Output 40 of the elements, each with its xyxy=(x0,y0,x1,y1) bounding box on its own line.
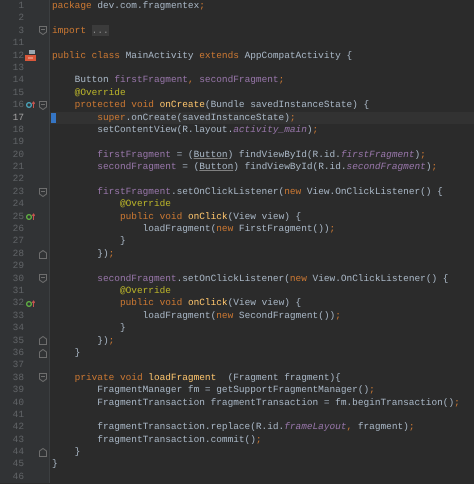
code-line: } xyxy=(118,235,126,246)
fold-icon[interactable] xyxy=(39,250,47,258)
fold-icon[interactable] xyxy=(39,348,47,358)
code-line: loadFragment(new SecondFragment()); xyxy=(142,310,341,321)
code-line: } xyxy=(118,322,126,334)
fold-icon[interactable] xyxy=(39,188,47,197)
code-line: } xyxy=(74,346,80,358)
fold-icon[interactable] xyxy=(39,448,47,457)
code-line: super.onCreate(savedInstanceState); xyxy=(96,112,296,123)
code-line: public class MainActivity extends AppCompatActivity { xyxy=(52,50,352,61)
code-line: }); xyxy=(96,334,114,346)
code-line: } xyxy=(74,446,80,458)
code-line: protected void onCreate(Bundle savedInstanceState) { xyxy=(74,99,370,110)
code-line: package dev.com.fragmentex; xyxy=(52,0,205,11)
code-line: @Override xyxy=(74,86,126,98)
fold-icon[interactable] xyxy=(39,26,47,36)
code-line: secondFragment = (Button) findViewById(R.id.secondFragment); xyxy=(96,161,438,172)
code-line: setContentView(R.layout.activity_main); xyxy=(96,124,318,135)
code-line: import ... xyxy=(52,24,109,36)
code-line: fragmentTransaction.commit(); xyxy=(96,434,262,445)
code-line: fragmentTransaction.replace(R.id.frameLayout, fragment); xyxy=(96,421,414,432)
code-line: firstFragment.setOnClickListener(new View.OnClickListener() { xyxy=(96,186,443,197)
line-number: 17 xyxy=(12,112,24,124)
code-line: loadFragment(new FirstFragment()); xyxy=(142,223,336,234)
code-line: secondFragment.setOnClickListener(new View.OnClickListener() { xyxy=(96,272,448,284)
fold-icon[interactable] xyxy=(39,373,47,382)
code-line: firstFragment = (Button) findViewById(R.id.firstFragment); xyxy=(96,148,426,160)
code-line: public void onClick(View view) { xyxy=(118,210,302,222)
code-line: @Override xyxy=(118,284,171,296)
code-line: }); xyxy=(96,248,114,259)
fold-icon[interactable] xyxy=(39,336,47,346)
code-line: Button firstFragment, secondFragment; xyxy=(74,74,284,86)
code-line: FragmentManager fm = getSupportFragmentManager(); xyxy=(96,384,375,396)
code-line: private void loadFragment (Fragment fragment){ xyxy=(74,372,341,383)
code-line: } xyxy=(52,458,58,470)
code-line: @Override xyxy=(118,198,171,210)
code-line: public void onClick(View view) { xyxy=(118,297,302,308)
fold-icon[interactable] xyxy=(39,100,47,110)
fold-icon[interactable] xyxy=(39,274,47,284)
code-line: FragmentTransaction fragmentTransaction = fm.beginTransaction(); xyxy=(96,396,460,408)
